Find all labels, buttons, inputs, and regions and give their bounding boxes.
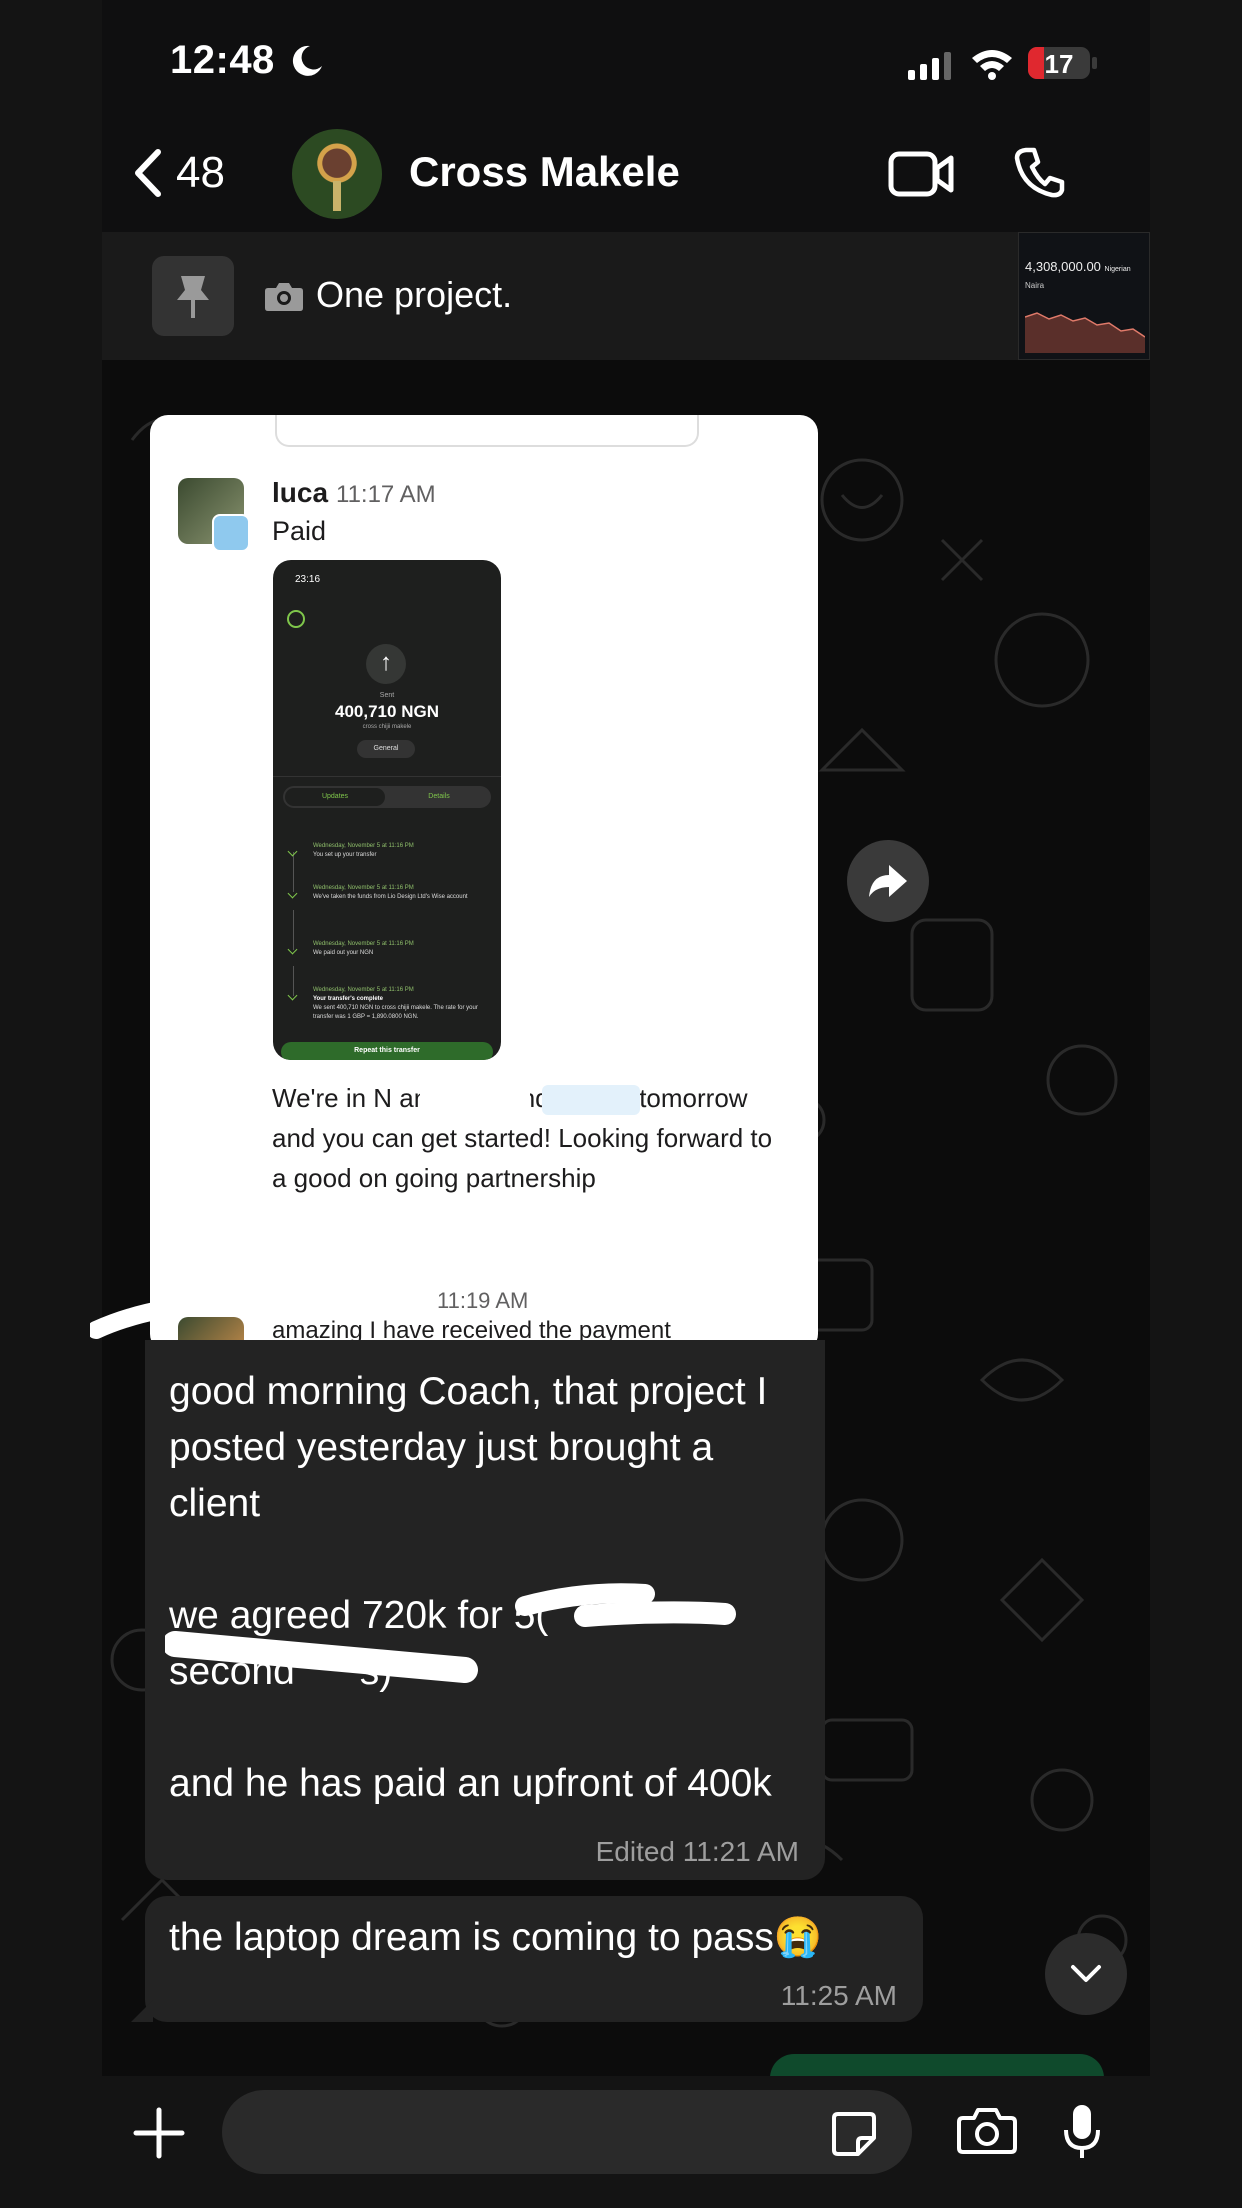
sender-text: Paid <box>272 516 327 546</box>
receipt-amount: 400,710 NGN <box>335 702 439 721</box>
contact-name[interactable]: Cross Makele <box>409 148 680 196</box>
message-bubble[interactable]: the laptop dream is coming to pass😭 11:2… <box>145 1896 923 2022</box>
scribble-redaction <box>90 1295 209 1339</box>
screenshot-image-message[interactable]: luca 11:17 AM Paid 23:16 ↑ Sent 400,710 … <box>150 415 818 1352</box>
scroll-down-button[interactable] <box>1045 1933 1127 2015</box>
battery-icon: 17 <box>1028 47 1090 79</box>
pinned-text: One project. <box>316 274 513 315</box>
moon-icon <box>292 45 322 76</box>
message-meta: 11:25 AM <box>780 1980 897 2011</box>
chevron-down-icon <box>1071 1965 1101 1982</box>
transfer-receipt-image: 23:16 ↑ Sent 400,710 NGN cross chijii ma… <box>273 560 501 1060</box>
chevron-left-icon <box>135 149 161 197</box>
unread-count: 48 <box>176 148 225 197</box>
chat-header: 48 Cross Makele <box>102 118 1150 230</box>
video-call-icon[interactable] <box>888 150 954 198</box>
receipt-step: Wednesday, November 5 at 11:16 PM You set… <box>313 843 414 858</box>
receipt-chip: General <box>357 740 415 758</box>
forward-button[interactable] <box>847 840 929 922</box>
forward-icon <box>869 865 907 897</box>
thumb-chart <box>1025 312 1145 353</box>
pin-button[interactable] <box>152 256 234 336</box>
plus-icon[interactable] <box>132 2106 186 2160</box>
back-button[interactable]: 48 <box>132 148 225 198</box>
repeat-transfer-button: Repeat this transfer <box>281 1042 493 1060</box>
thumb-label: Naira <box>1025 281 1045 290</box>
receipt-step: Wednesday, November 5 at 11:16 PM Your tr… <box>313 987 478 1020</box>
contact-avatar[interactable] <box>292 129 382 219</box>
pinned-message-bar[interactable]: One project. 4,308,000.00 Nigerian Naira <box>102 232 1150 360</box>
pin-icon <box>177 276 209 318</box>
receipt-time: 23:16 <box>295 574 321 585</box>
receipt-step: Wednesday, November 5 at 11:16 PM We've t… <box>313 885 468 900</box>
tab-details: Details <box>428 793 450 800</box>
close-icon <box>287 610 305 628</box>
battery-nub <box>1092 57 1097 69</box>
sender-time: 11:17 AM <box>336 481 436 508</box>
receipt-step: Wednesday, November 5 at 11:16 PM We paid… <box>313 941 414 956</box>
receipt-recipient: cross chijii makele <box>362 724 412 730</box>
screenshot-body-text: We're in N and will send details tomorro… <box>272 1083 773 1193</box>
arrow-up-icon: ↑ <box>366 644 406 684</box>
scribble-redaction <box>165 1583 736 1683</box>
thumb-amount: 4,308,000.00 Nigerian <box>1025 259 1131 274</box>
second-time: 11:19 AM <box>437 1288 529 1313</box>
sticker-icon[interactable] <box>830 2110 878 2158</box>
redaction <box>420 1083 530 1113</box>
screenshot-top-edge <box>275 415 699 447</box>
message-text: the laptop dream is coming to pass😭 <box>169 1916 823 1959</box>
message-input[interactable] <box>222 2090 912 2174</box>
microphone-icon[interactable] <box>1062 2102 1102 2162</box>
signal-icon <box>908 50 951 80</box>
sender-name: luca <box>272 477 329 508</box>
message-meta: Edited 11:21 AM <box>595 1836 799 1867</box>
tab-updates: Updates <box>285 788 385 806</box>
receipt-sent-label: Sent <box>379 692 395 699</box>
sender-badge <box>212 514 250 552</box>
wifi-icon <box>972 50 1012 80</box>
redaction <box>542 1085 640 1115</box>
receipt-tabs: Updates Details <box>283 786 491 808</box>
phone-call-icon[interactable] <box>1014 146 1066 198</box>
battery-level: 17 <box>1044 49 1074 79</box>
camera-icon[interactable] <box>956 2106 1018 2156</box>
camera-small-icon <box>265 283 303 311</box>
pinned-thumbnail[interactable]: 4,308,000.00 Nigerian Naira <box>1018 232 1150 360</box>
composer-bar <box>102 2076 1150 2208</box>
status-time: 12:48 <box>170 38 275 82</box>
